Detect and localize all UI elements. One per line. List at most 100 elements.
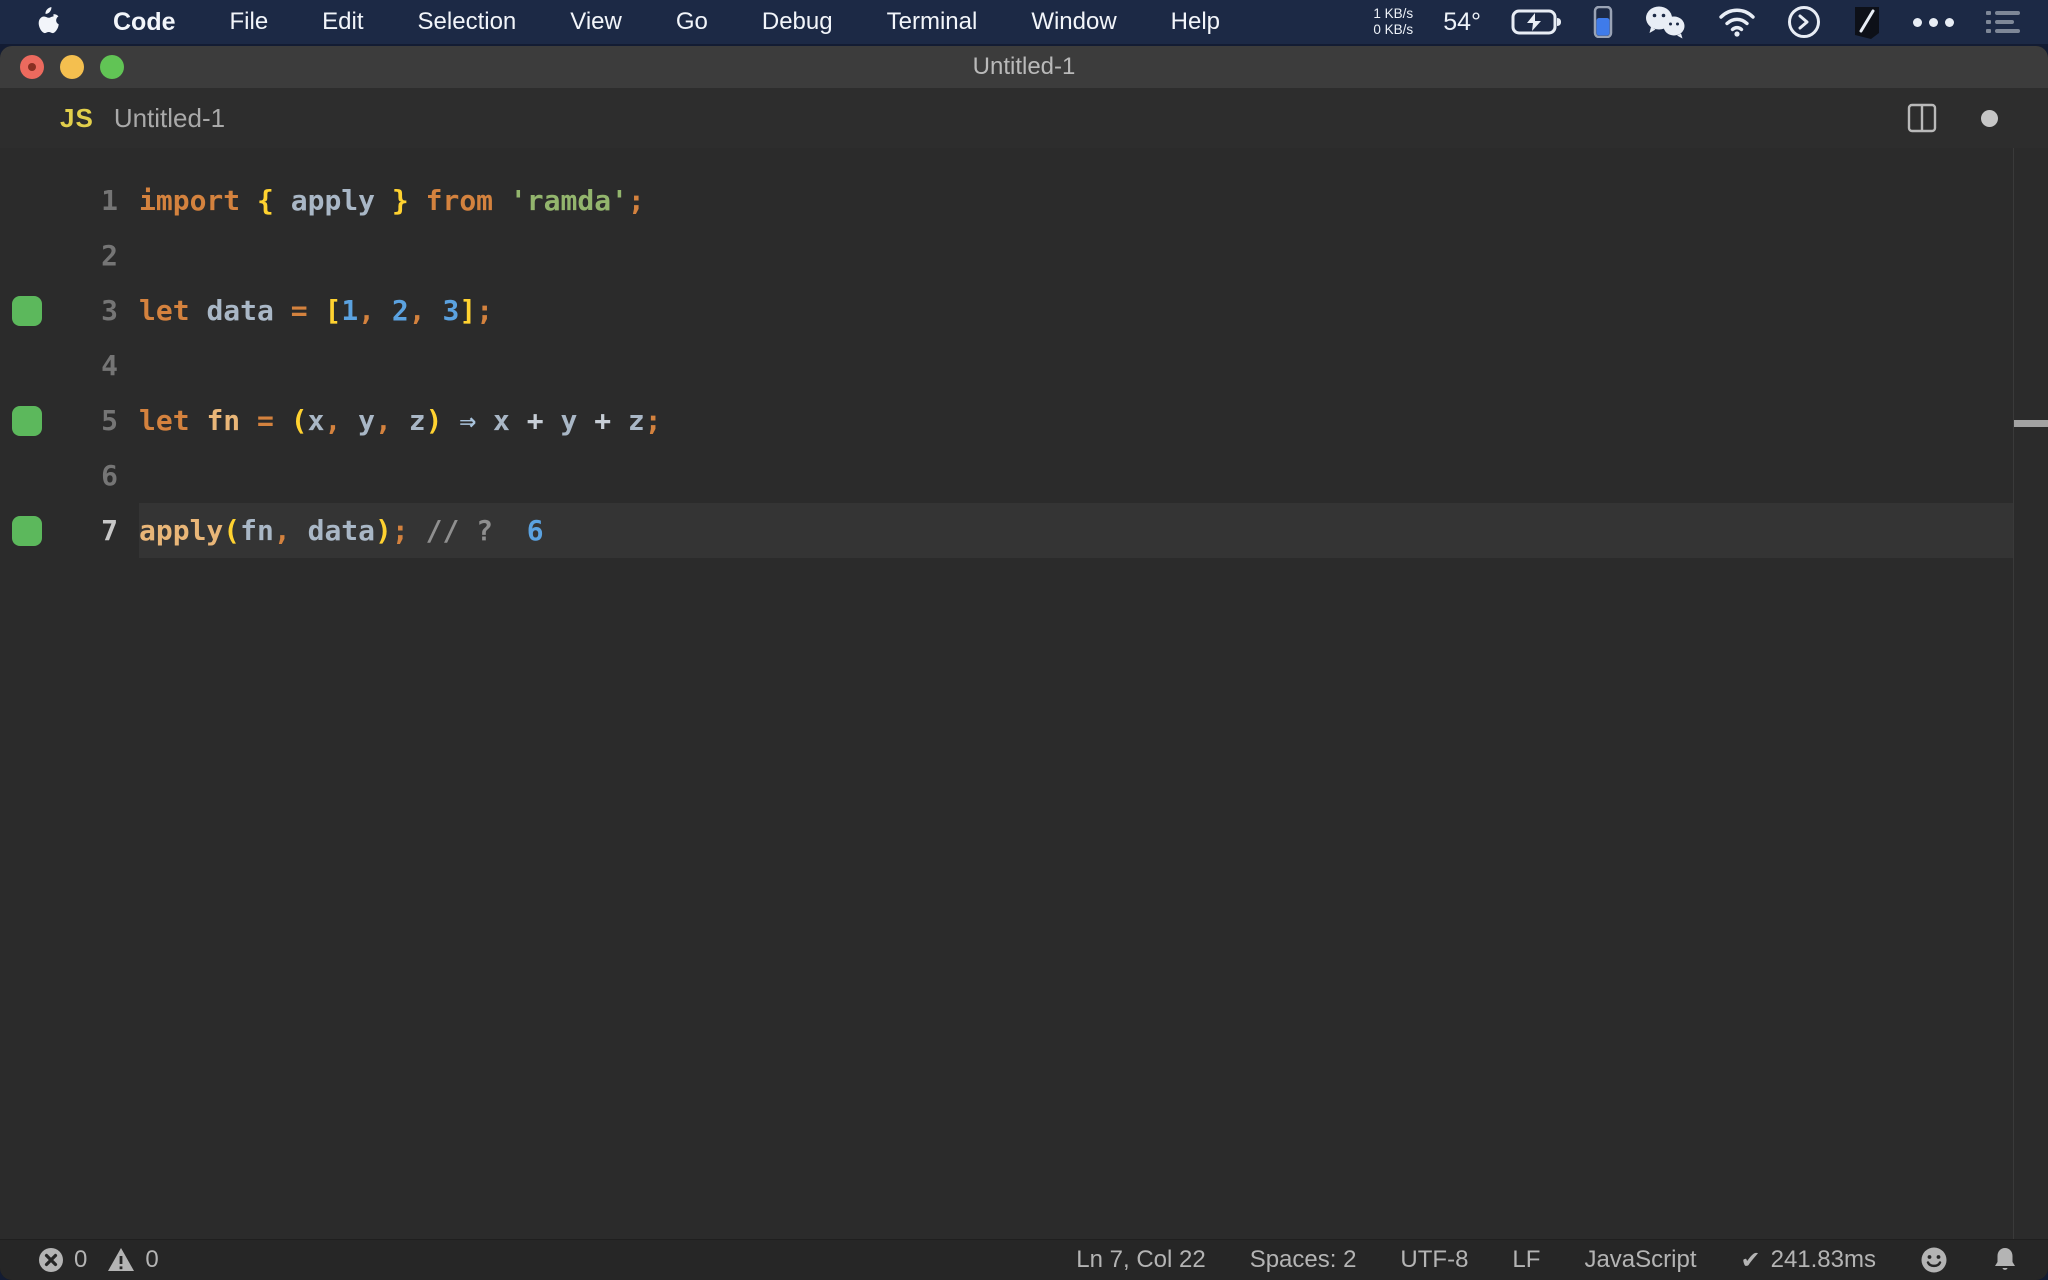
token-id: z xyxy=(408,404,426,437)
token-op: + xyxy=(526,404,544,437)
eol-setting[interactable]: LF xyxy=(1512,1246,1540,1274)
token-pn: ; xyxy=(627,184,645,217)
temperature-label[interactable]: 54° xyxy=(1443,8,1481,37)
quokka-timing[interactable]: ✔ 241.83ms xyxy=(1740,1246,1876,1275)
code-text: let fn = (x, y, z) ⇒ x + y + z; xyxy=(139,393,2014,448)
encoding-setting[interactable]: UTF-8 xyxy=(1400,1246,1468,1274)
wifi-icon[interactable] xyxy=(1717,7,1757,37)
line-number: 3 xyxy=(101,294,118,327)
menu-view[interactable]: View xyxy=(543,8,649,36)
token-id: z xyxy=(627,404,645,437)
token-num: 1 xyxy=(341,294,359,327)
quokka-coverage-marker xyxy=(12,295,42,326)
token-id: fn xyxy=(240,514,274,547)
menu-code[interactable]: Code xyxy=(86,8,203,37)
code-line-2[interactable]: 2 xyxy=(0,228,2014,283)
code-window: Untitled-1 JS Untitled-1 1 import { apply… xyxy=(0,46,2048,1280)
gutter xyxy=(0,405,56,436)
check-icon: ✔ xyxy=(1740,1246,1761,1274)
code-line-7[interactable]: 7 apply(fn, data); // ? 6 xyxy=(0,503,2014,558)
code-line-5[interactable]: 5 let fn = (x, y, z) ⇒ x + y + z; xyxy=(0,393,2014,448)
feedback-smiley-icon[interactable] xyxy=(1920,1246,1948,1274)
more-menu-icon[interactable] xyxy=(1913,17,1954,27)
menu-edit[interactable]: Edit xyxy=(295,8,390,36)
token-kw: from xyxy=(425,184,494,217)
menu-window[interactable]: Window xyxy=(1004,8,1143,36)
wechat-icon[interactable] xyxy=(1643,5,1687,39)
quokka-coverage-marker xyxy=(12,515,42,546)
token-br: { xyxy=(257,184,274,217)
token-op: + xyxy=(594,404,612,437)
apple-menu-icon[interactable] xyxy=(34,7,60,37)
menu-items: Code File Edit Selection View Go Debug Terminal… xyxy=(86,8,1247,37)
token-pn: , xyxy=(375,404,392,437)
code-line-6[interactable]: 6 xyxy=(0,448,2014,503)
clock-app-icon[interactable] xyxy=(1787,5,1821,39)
token-pn: = xyxy=(290,294,308,327)
notifications-bell-icon[interactable] xyxy=(1992,1246,2018,1274)
token-br: ( xyxy=(223,514,241,547)
overview-ruler-scrollbar[interactable] xyxy=(2013,148,2048,1240)
token-pn: , xyxy=(358,294,376,327)
menu-go[interactable]: Go xyxy=(649,8,735,36)
token-br: ) xyxy=(425,404,443,437)
unsaved-changes-dot[interactable] xyxy=(1981,109,1998,127)
network-up-label: 1 KB/s xyxy=(1373,6,1414,22)
token-num: 2 xyxy=(391,294,409,327)
network-down-label: 0 KB/s xyxy=(1373,22,1414,37)
token-pn: , xyxy=(273,514,291,547)
menu-terminal[interactable]: Terminal xyxy=(860,8,1005,36)
battery-level-widget-icon[interactable] xyxy=(1593,6,1613,38)
editor-pane[interactable]: 1 import { apply } from 'ramda'; 2 3 let dat… xyxy=(0,148,2048,1240)
token-br: ] xyxy=(459,294,477,327)
editor-tab-bar: JS Untitled-1 xyxy=(0,88,2048,148)
line-number: 5 xyxy=(101,404,118,437)
error-icon xyxy=(38,1247,64,1273)
menu-file[interactable]: File xyxy=(203,8,296,36)
tab-label[interactable]: Untitled-1 xyxy=(114,103,225,134)
code-line-1[interactable]: 1 import { apply } from 'ramda'; xyxy=(0,173,2014,228)
token-id: apply xyxy=(273,184,392,217)
code-line-3[interactable]: 3 let data = [1, 2, 3]; xyxy=(0,283,2014,338)
overview-ruler-mark xyxy=(2014,420,2048,427)
language-mode[interactable]: JavaScript xyxy=(1584,1246,1696,1274)
menu-debug[interactable]: Debug xyxy=(735,8,860,36)
notification-list-icon[interactable] xyxy=(1984,8,2022,36)
error-count: 0 xyxy=(74,1246,88,1273)
code-line-4[interactable]: 4 xyxy=(0,338,2014,393)
code-lines: 1 import { apply } from 'ramda'; 2 3 let dat… xyxy=(0,148,2014,558)
split-editor-icon[interactable] xyxy=(1907,103,1937,133)
token-pn: = xyxy=(257,404,274,437)
cursor-position[interactable]: Ln 7, Col 22 xyxy=(1076,1246,1205,1274)
problems-indicator[interactable]: 0 0 xyxy=(0,1246,169,1274)
password-app-icon[interactable] xyxy=(1851,5,1883,39)
battery-charging-icon[interactable] xyxy=(1511,9,1563,35)
line-number: 7 xyxy=(101,514,118,547)
line-number: 4 xyxy=(101,349,118,382)
warning-icon xyxy=(107,1247,135,1273)
gutter xyxy=(0,295,56,326)
window-titlebar[interactable]: Untitled-1 xyxy=(0,46,2048,88)
network-speed-indicator[interactable]: 1 KB/s 0 KB/s xyxy=(1373,6,1413,37)
indentation-setting[interactable]: Spaces: 2 xyxy=(1250,1246,1357,1274)
token-id: y xyxy=(358,404,376,437)
token-id: x xyxy=(307,404,325,437)
token-id: data xyxy=(307,514,376,547)
menu-selection[interactable]: Selection xyxy=(391,8,544,36)
token-pn: ; xyxy=(476,294,494,327)
line-number: 2 xyxy=(101,239,118,272)
menu-help[interactable]: Help xyxy=(1144,8,1247,36)
